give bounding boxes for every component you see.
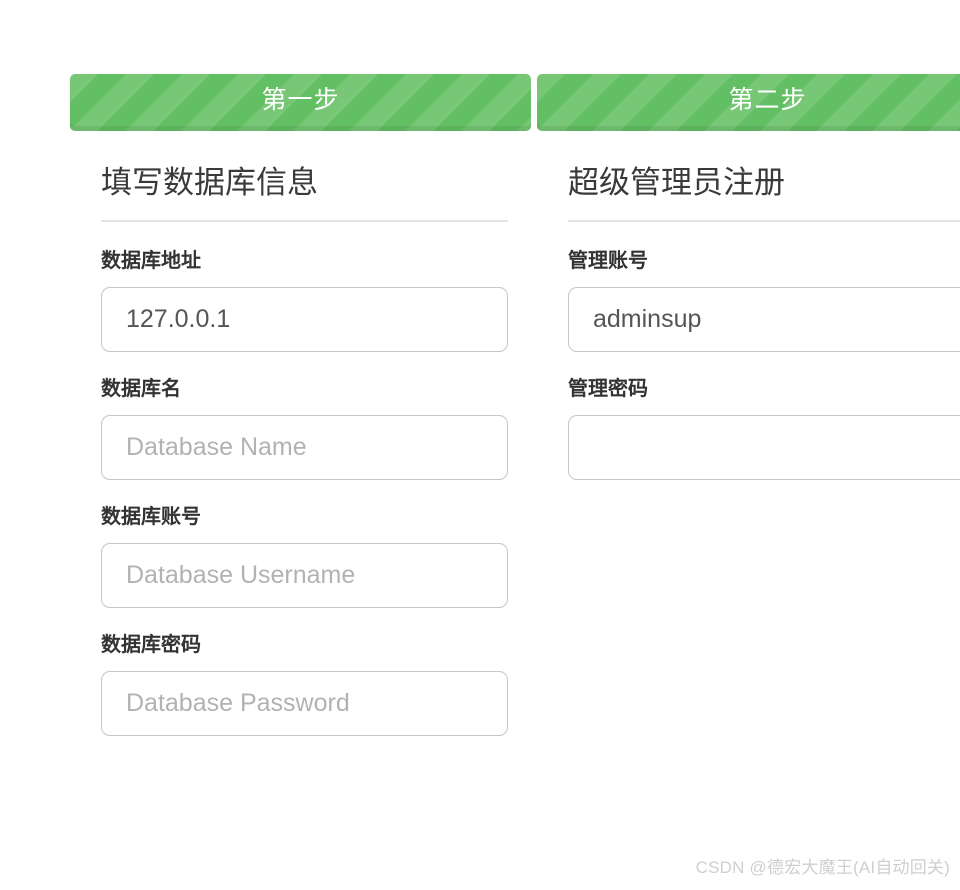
install-wizard: 第一步 第二步 填写数据库信息 数据库地址 数据库名 数据库账号 数据库密码 超… — [0, 0, 960, 890]
field-db-password-label: 数据库密码 — [101, 634, 201, 656]
field-db-name: 数据库名 — [101, 374, 513, 480]
panel-database-info-divider — [101, 220, 508, 222]
field-admin-password: 管理密码 — [568, 374, 960, 480]
field-db-username: 数据库账号 — [101, 502, 513, 608]
panel-admin-register-title: 超级管理员注册 — [568, 165, 785, 200]
step-bar-2-label: 第二步 — [728, 86, 807, 114]
panel-database-info: 填写数据库信息 数据库地址 数据库名 数据库账号 数据库密码 — [101, 160, 513, 758]
db-password-input[interactable] — [101, 671, 508, 736]
panel-database-info-title: 填写数据库信息 — [101, 165, 318, 200]
field-admin-password-label: 管理密码 — [568, 378, 648, 400]
step-bar-1-label: 第一步 — [261, 86, 340, 114]
field-db-password: 数据库密码 — [101, 630, 513, 736]
field-db-host: 数据库地址 — [101, 246, 513, 352]
field-admin-account: 管理账号 — [568, 246, 960, 352]
admin-password-input[interactable] — [568, 415, 960, 480]
db-username-input[interactable] — [101, 543, 508, 608]
field-db-name-label: 数据库名 — [101, 378, 181, 400]
field-admin-account-label: 管理账号 — [568, 250, 648, 272]
db-host-input[interactable] — [101, 287, 508, 352]
panel-admin-register-divider — [568, 220, 960, 222]
field-db-host-label: 数据库地址 — [101, 250, 201, 272]
field-db-username-label: 数据库账号 — [101, 506, 201, 528]
watermark: CSDN @德宏大魔王(AI自动回关) — [695, 858, 950, 877]
step-bar-1: 第一步 — [70, 74, 531, 131]
step-bar-2: 第二步 — [537, 74, 960, 131]
panel-admin-register: 超级管理员注册 管理账号 管理密码 — [568, 160, 960, 502]
admin-account-input[interactable] — [568, 287, 960, 352]
db-name-input[interactable] — [101, 415, 508, 480]
